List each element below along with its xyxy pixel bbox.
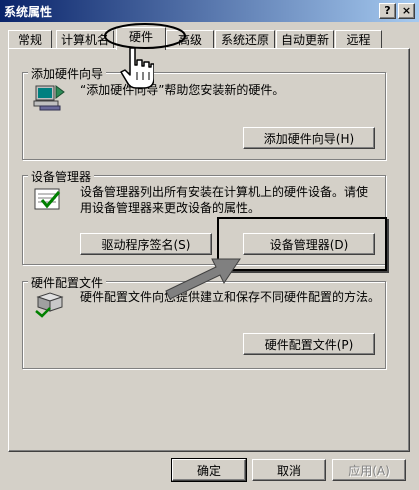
tab-remote[interactable]: 远程 [335,30,382,49]
title-bar [0,0,419,22]
hardware-profiles-button[interactable]: 硬件配置文件(P) [243,333,375,355]
add-hardware-wizard-button[interactable]: 添加硬件向导(H) [243,127,375,149]
device-manager-icon [34,188,61,210]
add-hardware-wizard-icon [33,85,65,111]
device-manager-group-title: 设备管理器 [28,168,95,185]
tab-general[interactable]: 常规 [8,30,52,49]
device-manager-description-line1: 设备管理器列出所有安装在计算机上的硬件设备。请使 [80,185,369,199]
device-manager-description-line2: 用设备管理器来更改设备的属性。 [80,201,261,215]
help-button[interactable]: ? [379,3,396,19]
hand-cursor-icon [120,47,154,89]
window-title: 系统属性 [4,5,53,19]
hardware-profiles-icon [35,292,64,318]
cancel-button[interactable]: 取消 [252,459,326,481]
close-button[interactable]: × [398,3,415,19]
add-hardware-description: “添加硬件向导”帮助您安装新的硬件。 [80,83,285,97]
tab-system-restore[interactable]: 系统还原 [215,30,275,49]
apply-button[interactable]: 应用(A) [332,459,406,481]
pointer-arrow-icon [165,258,241,300]
ok-button[interactable]: 确定 [171,458,247,482]
tab-automatic-updates[interactable]: 自动更新 [276,30,334,49]
add-hardware-group-title: 添加硬件向导 [28,65,107,82]
